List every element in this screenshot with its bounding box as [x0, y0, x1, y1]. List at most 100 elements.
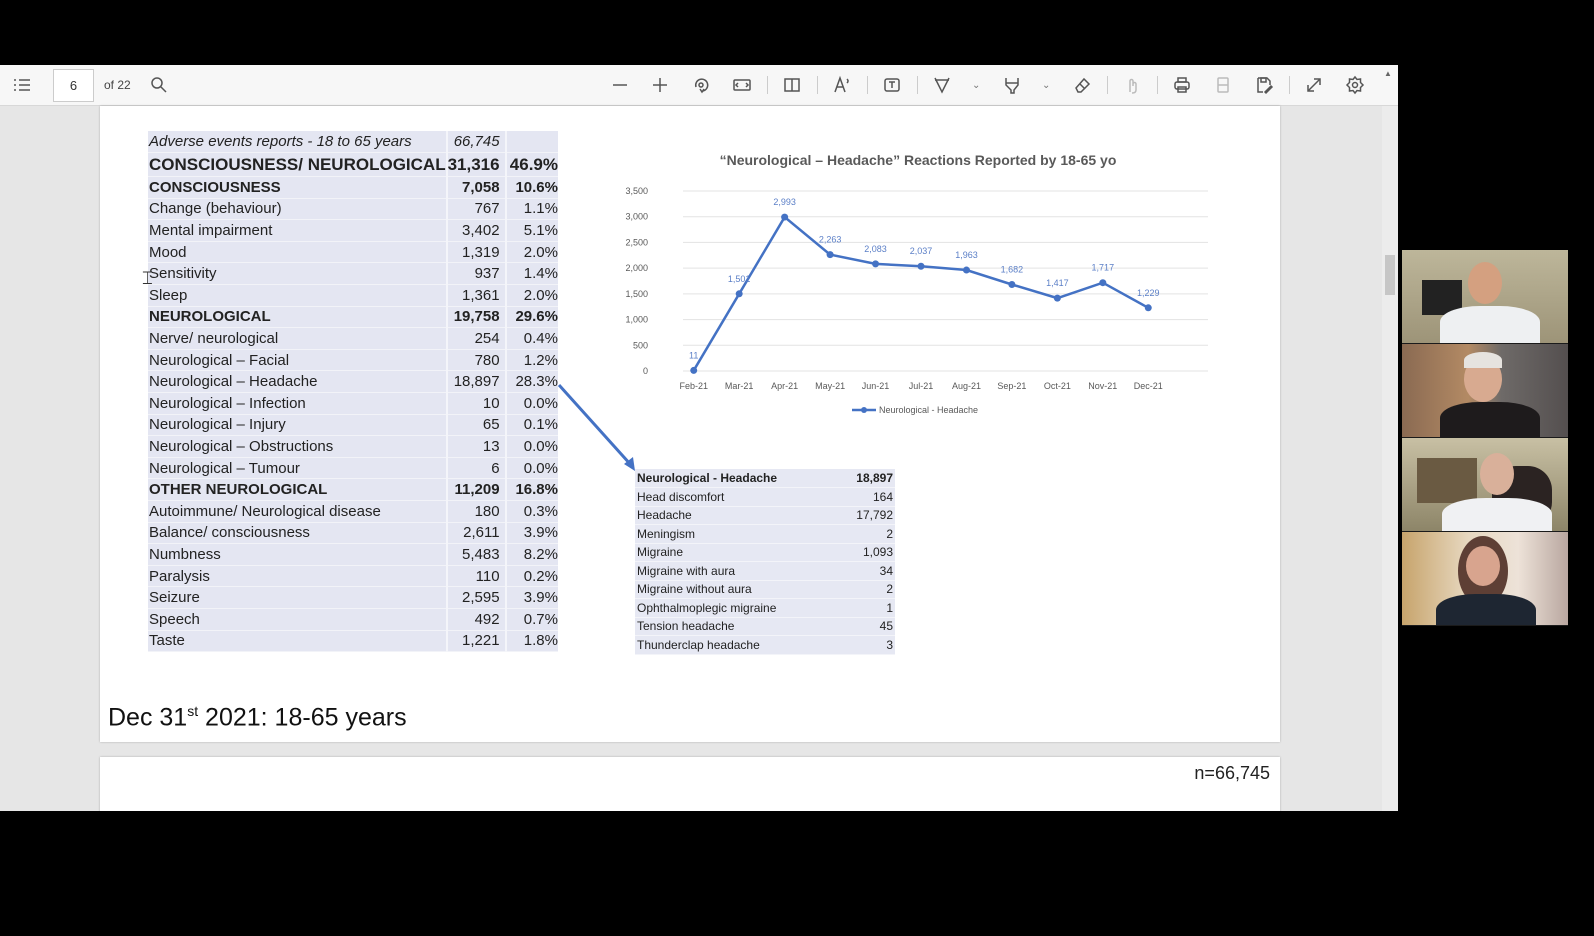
- table-row: Nerve/ neurological 254 0.4%: [148, 327, 558, 350]
- zoom-out-icon[interactable]: [610, 73, 630, 97]
- participant-video-2[interactable]: [1402, 344, 1568, 437]
- breakdown-row: Ophthalmoplegic migraine 1: [635, 598, 895, 618]
- chart-legend: Neurological - Headache: [852, 405, 978, 415]
- slide-title: Dec 31st 2021: 18-65 years: [108, 703, 407, 732]
- row-label: Speech: [148, 608, 447, 631]
- row-label: OTHER NEUROLOGICAL: [148, 478, 447, 501]
- data-label: 2,083: [864, 244, 887, 254]
- row-count: 767: [445, 198, 506, 221]
- draw-options-chevron-icon[interactable]: ⌄: [972, 73, 980, 97]
- print-icon[interactable]: [1172, 73, 1192, 97]
- row-count: 780: [445, 349, 506, 372]
- fit-width-icon[interactable]: [732, 73, 752, 97]
- row-label: Sensitivity: [148, 262, 447, 286]
- data-label: 1,229: [1137, 288, 1160, 298]
- toolbar-separator: [917, 76, 918, 94]
- rotate-icon[interactable]: [691, 73, 711, 97]
- breakdown-count: 2: [837, 524, 895, 544]
- row-label: Paralysis: [148, 565, 447, 588]
- table-row: Speech 492 0.7%: [148, 608, 558, 631]
- row-label: Autoimmune/ Neurological disease: [148, 500, 447, 523]
- row-count: 254: [445, 327, 506, 350]
- text-box-icon[interactable]: [882, 73, 902, 97]
- row-count: 937: [445, 262, 506, 286]
- page-number-input[interactable]: 6: [53, 69, 94, 102]
- breakdown-count: 164: [837, 487, 895, 507]
- breakdown-row: Thunderclap headache 3: [635, 635, 895, 655]
- data-point: [690, 366, 698, 374]
- legend-marker: [861, 407, 867, 413]
- x-tick-label: Apr-21: [771, 381, 798, 391]
- save-as-icon[interactable]: [1254, 73, 1274, 97]
- contents-icon[interactable]: [12, 73, 32, 97]
- draw-icon[interactable]: [932, 73, 952, 97]
- participant-video-1[interactable]: [1402, 250, 1568, 343]
- x-tick-label: Mar-21: [725, 381, 754, 391]
- breakdown-label: Migraine: [635, 543, 838, 562]
- table-row: Mental impairment 3,402 5.1%: [148, 219, 558, 242]
- row-percent: 0.1%: [504, 414, 558, 437]
- breakdown-count: 34: [837, 561, 895, 581]
- fullscreen-icon[interactable]: [1304, 73, 1324, 97]
- search-icon[interactable]: [149, 73, 169, 97]
- data-point: [826, 251, 834, 259]
- data-point: [781, 213, 789, 221]
- row-label: Neurological – Facial: [148, 349, 447, 372]
- table-row: Neurological – Obstructions 13 0.0%: [148, 435, 558, 458]
- data-label: 1,417: [1046, 278, 1069, 288]
- legend-label: Neurological - Headache: [879, 405, 978, 415]
- row-percent: 0.2%: [504, 565, 558, 588]
- data-point: [1144, 304, 1152, 312]
- row-count: 180: [445, 500, 506, 523]
- callout-arrow: [557, 383, 635, 471]
- read-aloud-icon[interactable]: [832, 73, 852, 97]
- breakdown-row: Migraine 1,093: [635, 543, 895, 562]
- pdf-page-next: n=66,745: [100, 757, 1280, 811]
- page-total-label: of 22: [104, 78, 131, 92]
- toolbar-separator: [1107, 76, 1108, 94]
- erase-icon[interactable]: [1072, 73, 1092, 97]
- y-tick-label: 1,000: [625, 315, 648, 325]
- breakdown-label: Migraine with aura: [635, 561, 838, 581]
- row-count: 1,319: [445, 241, 506, 264]
- row-percent: 0.3%: [504, 500, 558, 523]
- row-count: 1,361: [445, 284, 506, 307]
- row-percent: 28.3%: [504, 370, 558, 394]
- breakdown-label: Meningism: [635, 524, 838, 544]
- row-percent: 0.0%: [504, 457, 558, 480]
- highlight-options-chevron-icon[interactable]: ⌄: [1042, 73, 1050, 97]
- toolbar-separator: [1157, 76, 1158, 94]
- row-label: Change (behaviour): [148, 198, 447, 221]
- table-row: Neurological – Facial 780 1.2%: [148, 349, 558, 372]
- data-label: 2,263: [819, 235, 842, 245]
- toolbar-separator: [1289, 76, 1290, 94]
- page-view-icon[interactable]: [782, 73, 802, 97]
- table-row: Sensitivity 937 1.4%: [148, 262, 558, 286]
- table-row: Sleep 1,361 2.0%: [148, 284, 558, 307]
- scroll-up-arrow-icon[interactable]: ▲: [1384, 69, 1392, 78]
- participant-video-3[interactable]: [1402, 438, 1568, 531]
- participant-video-4[interactable]: [1402, 532, 1568, 625]
- zoom-in-icon[interactable]: [650, 73, 670, 97]
- y-tick-label: 1,500: [625, 289, 648, 299]
- touch-icon[interactable]: [1122, 73, 1142, 97]
- save-icon[interactable]: [1213, 73, 1233, 97]
- table-row: NEUROLOGICAL 19,758 29.6%: [148, 306, 558, 329]
- toolbar: 6 of 22 ⌄ ⌄: [0, 65, 1398, 106]
- row-percent: 0.4%: [504, 327, 558, 350]
- chart-title: “Neurological – Headache” Reactions Repo…: [720, 152, 1117, 168]
- highlight-icon[interactable]: [1002, 73, 1022, 97]
- breakdown-row: Migraine without aura 2: [635, 580, 895, 599]
- breakdown-label: Headache: [635, 506, 838, 525]
- y-tick-label: 2,000: [625, 263, 648, 273]
- y-tick-label: 3,000: [625, 212, 648, 222]
- row-percent: 16.8%: [504, 478, 558, 501]
- scrollbar-thumb[interactable]: [1385, 255, 1395, 295]
- row-percent: 1.2%: [504, 349, 558, 372]
- vertical-scrollbar[interactable]: [1382, 106, 1398, 811]
- table-row: Neurological – Infection 10 0.0%: [148, 392, 558, 415]
- table-row: Taste 1,221 1.8%: [148, 630, 558, 653]
- row-count: 2,595: [445, 586, 506, 609]
- row-percent: 2.0%: [504, 284, 558, 307]
- settings-icon[interactable]: [1345, 73, 1365, 97]
